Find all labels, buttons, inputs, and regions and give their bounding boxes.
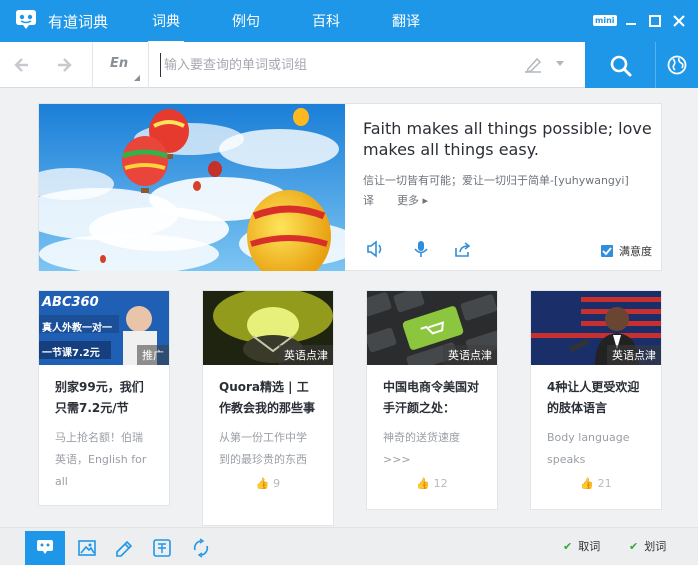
like-count-value: 21 xyxy=(597,477,612,490)
search-icon xyxy=(610,55,632,77)
like-count-value: 12 xyxy=(433,477,448,490)
balloons-image xyxy=(39,104,345,271)
title-bar: 有道词典 词典 例句 百科 翻译 mini xyxy=(0,0,698,44)
satisfaction-label: 满意度 xyxy=(619,245,652,258)
card-description: 神奇的送货速度 >>> xyxy=(383,431,460,466)
more-link[interactable]: 更多 ▸ xyxy=(397,192,428,208)
sync-button[interactable] xyxy=(181,531,221,565)
banner-line2: 一节课7.2元 xyxy=(42,348,100,359)
mini-mode-button[interactable]: mini xyxy=(593,15,617,26)
like-count[interactable]: 👍 9 xyxy=(203,477,333,490)
article-card[interactable]: 英语点津 中国电商令美国对手汗颜之处： 神奇的送货速度 >>> 👍 12 xyxy=(366,290,498,510)
close-icon[interactable] xyxy=(670,13,688,29)
thumbs-up-icon: 👍 xyxy=(416,477,431,490)
translate-icon xyxy=(153,539,171,557)
article-card[interactable]: 英语点津 4种让人更受欢迎的肢体语言 Body language speaks … xyxy=(530,290,662,510)
card-image: 英语点津 xyxy=(367,291,497,365)
wordbook-button[interactable] xyxy=(105,531,145,565)
banner-line1: 真人外教一对一 xyxy=(42,323,112,334)
tab-encyclopedia[interactable]: 百科 xyxy=(312,11,340,31)
check-icon: ✔ xyxy=(629,540,639,553)
youdao-logo-icon xyxy=(37,540,53,554)
maximize-icon[interactable] xyxy=(646,13,664,29)
language-selector[interactable]: En xyxy=(110,56,128,71)
speaker-icon[interactable] xyxy=(365,240,385,258)
divider xyxy=(148,42,149,88)
card-title: 别家99元，我们只需7.2元/节 xyxy=(55,380,144,415)
divider xyxy=(92,42,93,88)
image-icon xyxy=(78,540,96,556)
microphone-icon[interactable] xyxy=(411,240,431,258)
card-tag: 英语点津 xyxy=(607,345,661,365)
select-translate-label: 划词 xyxy=(644,540,667,553)
search-input[interactable] xyxy=(160,53,500,77)
search-button[interactable] xyxy=(585,42,655,88)
forward-arrow-icon[interactable] xyxy=(54,55,74,75)
check-icon: ✔ xyxy=(563,540,573,553)
share-icon[interactable] xyxy=(453,240,473,258)
bottom-toolbar: ✔ 取词 ✔ 划词 xyxy=(0,527,698,565)
ad-card[interactable]: ABC360 真人外教一对一 一节课7.2元 推广 别家99元，我们只需7.2元… xyxy=(38,290,170,506)
like-count[interactable]: 👍 21 xyxy=(531,477,661,490)
like-count[interactable]: 👍 12 xyxy=(367,477,497,490)
quote-translation: 信让一切皆有可能；爱让一切归于简单-[yuhywangyi] xyxy=(363,174,629,187)
check-icon xyxy=(602,247,612,256)
card-image: 英语点津 xyxy=(203,291,333,365)
daily-quote: Faith makes all things possible; love ma… xyxy=(363,119,652,159)
satisfaction-checkbox[interactable] xyxy=(601,245,613,257)
tab-dictionary[interactable]: 词典 xyxy=(148,11,184,44)
more-label: 更多 xyxy=(397,194,419,207)
youdao-logo-icon xyxy=(16,10,36,29)
app-title: 有道词典 xyxy=(48,13,109,31)
card-title: 4种让人更受欢迎的肢体语言 xyxy=(547,380,640,415)
card-tag: 推广 xyxy=(137,345,169,365)
minimize-icon[interactable] xyxy=(622,13,640,29)
screen-pick-label: 取词 xyxy=(578,540,601,553)
translate-tool-button[interactable] xyxy=(142,531,182,565)
tab-examples[interactable]: 例句 xyxy=(232,11,260,31)
card-description: 从第一份工作中学到的最珍贵的东西 xyxy=(219,431,307,466)
card-description: Body language speaks xyxy=(547,431,630,466)
dictionary-home-button[interactable] xyxy=(25,531,65,565)
web-search-button[interactable] xyxy=(656,42,698,88)
handwriting-icon[interactable] xyxy=(522,55,544,75)
sync-icon xyxy=(193,538,209,558)
translate-label: 译 xyxy=(363,194,374,207)
pen-icon xyxy=(116,540,133,557)
article-card[interactable]: 英语点津 Quora精选 | 工作教会我的那些事 从第一份工作中学到的最珍贵的东… xyxy=(202,290,334,526)
card-description: 马上抢名额！伯瑞英语，English for all xyxy=(55,431,147,488)
like-count-value: 9 xyxy=(273,477,281,490)
banner-brand: ABC360 xyxy=(42,295,99,310)
thumbs-up-icon: 👍 xyxy=(580,477,595,490)
back-arrow-icon[interactable] xyxy=(12,55,32,75)
chevron-down-icon[interactable] xyxy=(556,61,564,67)
card-image: 英语点津 xyxy=(531,291,661,365)
tab-translate[interactable]: 翻译 xyxy=(392,11,420,31)
card-image: ABC360 真人外教一对一 一节课7.2元 推广 xyxy=(39,291,169,365)
card-tag: 英语点津 xyxy=(279,345,333,365)
card-title: Quora精选 | 工作教会我的那些事 xyxy=(219,380,316,415)
thumbs-up-icon: 👍 xyxy=(255,477,270,490)
select-translate-toggle[interactable]: ✔ 划词 xyxy=(629,538,666,554)
daily-sentence-card: Faith makes all things possible; love ma… xyxy=(38,103,662,271)
image-translate-button[interactable] xyxy=(67,531,107,565)
screen-pick-toggle[interactable]: ✔ 取词 xyxy=(563,538,600,554)
language-corner-icon xyxy=(134,75,140,81)
globe-icon xyxy=(667,55,687,75)
card-tag: 英语点津 xyxy=(443,345,497,365)
card-title: 中国电商令美国对手汗颜之处： xyxy=(383,380,480,415)
